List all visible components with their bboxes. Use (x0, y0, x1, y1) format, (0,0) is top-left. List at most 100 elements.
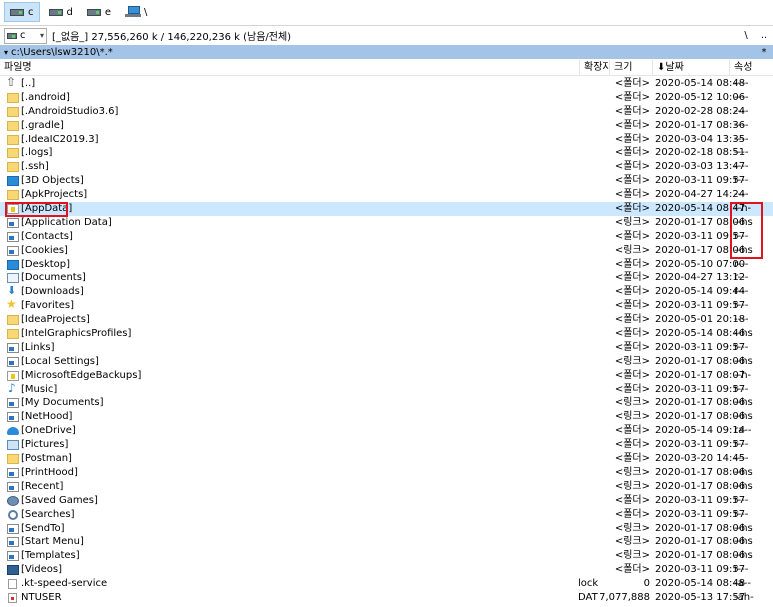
file-attr: ---- (734, 161, 749, 173)
file-size: <폴더> (614, 258, 650, 270)
link-icon (7, 481, 19, 492)
column-name[interactable]: 파일명 (0, 60, 580, 76)
file-row[interactable]: [.gradle] <폴더> 2020-01-17 08:36 ---- (0, 119, 773, 133)
file-attr: r--- (734, 508, 749, 520)
root-button[interactable]: \ (737, 30, 755, 41)
history-button[interactable]: * (755, 47, 773, 58)
file-size: <링크> (614, 397, 650, 409)
file-name: [Downloads] (21, 286, 84, 298)
drive-label: e (104, 6, 112, 18)
free-space-info: [_없음_] 27,556,260 k / 146,220,236 k (남음/… (52, 32, 292, 43)
current-path-bar[interactable]: ▾ c:\Users\lsw3210\*.* * (0, 45, 773, 59)
file-row[interactable]: [Local Settings] <링크> 2020-01-17 08:06 --hs (0, 355, 773, 369)
file-row[interactable]: [Links] <폴더> 2020-03-11 09:57 r--- (0, 341, 773, 355)
triangle-down-icon[interactable]: ▾ (4, 48, 8, 57)
file-row[interactable]: [.ssh] <폴더> 2020-03-03 13:47 ---- (0, 160, 773, 174)
file-row[interactable]: [OneDrive] <폴더> 2020-05-14 09:14 ra-- (0, 424, 773, 438)
file-row[interactable]: [MicrosoftEdgeBackups] <폴더> 2020-01-17 08:… (0, 369, 773, 383)
folder-icon (7, 106, 19, 117)
file-size: <폴더> (614, 439, 650, 451)
file-size: <폴더> (614, 105, 650, 117)
drive-button-0[interactable]: c (4, 2, 40, 22)
path-bar: c ▾ [_없음_] 27,556,260 k / 146,220,236 k … (0, 25, 773, 45)
folder-icon (7, 134, 19, 145)
file-row[interactable]: [Videos] <폴더> 2020-03-11 09:57 r--- (0, 563, 773, 577)
file-name: [Postman] (21, 453, 72, 465)
link-icon (7, 217, 19, 228)
column-date[interactable]: ⬇날짜 (653, 60, 730, 76)
file-attr: ---- (734, 147, 749, 159)
drive-selector[interactable]: c ▾ (4, 27, 47, 44)
file-row[interactable]: [3D Objects] <폴더> 2020-03-11 09:57 r--- (0, 174, 773, 188)
file-size: <폴더> (614, 314, 650, 326)
file-row[interactable]: [IntelGraphicsProfiles] <폴더> 2020-05-14 08… (0, 327, 773, 341)
file-row[interactable]: [Desktop] <폴더> 2020-05-10 07:00 r--- (0, 258, 773, 272)
file-attr: ---- (734, 78, 749, 89)
drive-selector-label: c (20, 30, 26, 41)
file-name: [ApkProjects] (21, 189, 88, 201)
file-attr: --hs (734, 355, 753, 367)
file-name: [Start Menu] (21, 536, 84, 548)
column-attr[interactable]: 속성 (730, 60, 773, 76)
file-name: [Application Data] (21, 216, 112, 228)
file-attr: --hs (734, 522, 753, 534)
file-row[interactable]: [Postman] <폴더> 2020-03-20 14:45 ---- (0, 452, 773, 466)
file-row[interactable]: [Cookies] <링크> 2020-01-17 08:06 --hs (0, 244, 773, 258)
file-row[interactable]: .kt-speed-service lock 0 2020-05-14 08:48 -a… (0, 577, 773, 591)
drive-button-2[interactable]: e (82, 2, 116, 22)
datfile-icon (8, 592, 17, 603)
file-size: <링크> (614, 536, 650, 548)
search-icon (7, 509, 19, 520)
file-row[interactable]: [Music] <폴더> 2020-03-11 09:57r--- (0, 382, 773, 397)
file-row[interactable]: [SendTo] <링크> 2020-01-17 08:06 --hs (0, 522, 773, 536)
file-name: [Templates] (21, 550, 80, 562)
file-row[interactable]: [Templates] <링크> 2020-01-17 08:06 --hs (0, 549, 773, 563)
file-size: <폴더> (614, 119, 650, 131)
chevron-down-icon: ▾ (39, 31, 44, 40)
file-row[interactable]: [ApkProjects] <폴더> 2020-04-27 14:24 ---- (0, 188, 773, 202)
file-name: [.IdeaIC2019.3] (21, 133, 99, 145)
file-row[interactable]: [Recent] <링크> 2020-01-17 08:06 --hs (0, 480, 773, 494)
file-attr: ---- (734, 189, 749, 201)
file-row[interactable]: [.android] <폴더> 2020-05-12 10:06 ---- (0, 91, 773, 105)
file-row[interactable]: [IdeaProjects] <폴더> 2020-05-01 20:18 ---- (0, 313, 773, 327)
folder-icon (7, 190, 19, 201)
file-row[interactable]: [.AndroidStudio3.6] <폴더> 2020-02-28 08:24-… (0, 105, 773, 119)
file-row[interactable]: [.logs] <폴더> 2020-02-18 08:51 ---- (0, 146, 773, 160)
file-row[interactable]: [Documents] <폴더> 2020-04-27 13:12 r--- (0, 271, 773, 285)
file-attr: --h- (734, 369, 752, 381)
file-row[interactable]: [Contacts] <폴더> 2020-03-11 09:57 r--- (0, 230, 773, 244)
file-date: 2020-01-17 08:06 (655, 397, 746, 409)
star-icon (6, 298, 19, 312)
file-row[interactable]: [PrintHood] <링크> 2020-01-17 08:06 --hs (0, 466, 773, 480)
file-row[interactable]: [Start Menu] <링크> 2020-01-17 08:06 --hs (0, 535, 773, 549)
drive-button-3[interactable]: \ (120, 2, 152, 22)
cloud-icon (7, 427, 19, 436)
file-row[interactable]: [NetHood] <링크> 2020-01-17 08:06 --hs (0, 410, 773, 424)
column-ext[interactable]: 확장자 (580, 60, 610, 76)
file-row[interactable]: [.IdeaIC2019.3] <폴더> 2020-03-04 13:35 ---- (0, 133, 773, 147)
parent-button[interactable]: .. (755, 30, 773, 41)
file-attr: --hs (734, 466, 753, 478)
file-date: 2020-05-14 09:44 (655, 286, 746, 298)
file-row[interactable]: [Pictures] <폴더> 2020-03-11 09:57 r--- (0, 438, 773, 452)
file-date: 2020-03-11 09:57 (655, 383, 746, 395)
file-row[interactable]: [Favorites] <폴더> 2020-03-11 09:57r--- (0, 298, 773, 313)
file-date: 2020-05-14 08:48 (655, 578, 746, 590)
file-row[interactable]: [Application Data] <링크> 2020-01-17 08:06 --… (0, 216, 773, 230)
file-row[interactable]: [Saved Games] <폴더> 2020-03-11 09:57 r--- (0, 494, 773, 508)
file-date: 2020-03-04 13:35 (655, 133, 746, 145)
file-row[interactable]: NTUSER DAT 7,077,888 2020-05-13 17:57 -ah- (0, 591, 773, 605)
file-row[interactable]: [Downloads] <폴더> 2020-05-14 09:44r--- (0, 284, 773, 299)
file-date: 2020-05-01 20:18 (655, 314, 746, 326)
blue-icon (7, 176, 19, 187)
file-row[interactable]: [..] <폴더> 2020-05-14 08:48---- (0, 77, 773, 91)
file-size: <폴더> (614, 383, 650, 395)
file-name: [Contacts] (21, 230, 73, 242)
file-date: 2020-03-11 09:57 (655, 341, 746, 353)
file-row[interactable]: [Searches] <폴더> 2020-03-11 09:57 r--- (0, 508, 773, 522)
drive-button-1[interactable]: d (44, 2, 78, 22)
file-row[interactable]: [My Documents] <링크> 2020-01-17 08:06 --hs (0, 396, 773, 410)
file-row[interactable]: [AppData] <폴더> 2020-05-14 08:47 --h- (0, 202, 773, 216)
column-size[interactable]: 크기 (610, 60, 653, 76)
